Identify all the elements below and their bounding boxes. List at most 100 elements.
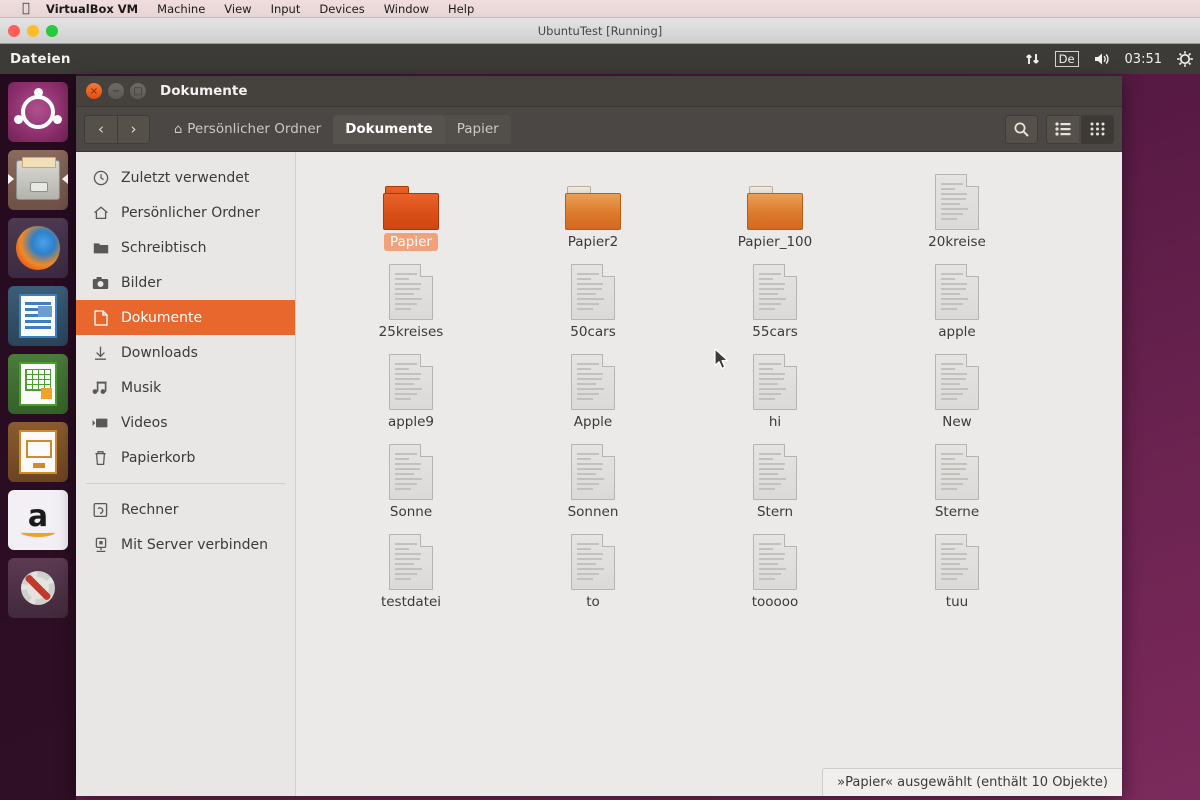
unity-top-panel: Dateien De 03:51 xyxy=(0,44,1200,74)
file-item[interactable]: Stern xyxy=(684,436,866,526)
file-item-label: 20kreise xyxy=(928,234,986,250)
sidebar-item-computer[interactable]: Rechner xyxy=(76,492,295,527)
sidebar-item-desktop[interactable]: Schreibtisch xyxy=(76,230,295,265)
document-icon xyxy=(389,534,433,590)
sidebar-item-videos[interactable]: Videos xyxy=(76,405,295,440)
network-icon[interactable] xyxy=(1025,51,1041,67)
file-item[interactable]: New xyxy=(866,346,1048,436)
apple-logo-icon[interactable]:  xyxy=(22,1,30,16)
minimize-button[interactable]: − xyxy=(108,83,124,99)
file-item[interactable]: Sonne xyxy=(320,436,502,526)
video-icon xyxy=(92,417,109,429)
file-item-label: apple xyxy=(938,324,976,340)
launcher-item-libreoffice-impress[interactable] xyxy=(8,422,68,482)
grid-view-icon[interactable] xyxy=(1081,114,1114,144)
folder-icon xyxy=(565,186,621,230)
document-icon-wrap xyxy=(935,442,979,500)
document-icon-wrap xyxy=(389,532,433,590)
host-menu-item-devices[interactable]: Devices xyxy=(319,2,364,16)
breadcrumb-item-dokumente[interactable]: Dokumente xyxy=(333,114,445,144)
close-button[interactable]: × xyxy=(86,83,102,99)
sidebar-item-connect-to-server[interactable]: Mit Server verbinden xyxy=(76,527,295,562)
sidebar-item-home[interactable]: Persönlicher Ordner xyxy=(76,195,295,230)
file-item-label: Apple xyxy=(573,414,613,430)
unity-launcher: a xyxy=(0,74,76,800)
forward-button[interactable]: › xyxy=(117,114,150,144)
file-item[interactable]: tuu xyxy=(866,526,1048,616)
sidebar-item-music[interactable]: Musik xyxy=(76,370,295,405)
file-item[interactable]: 55cars xyxy=(684,256,866,346)
host-menu-item-input[interactable]: Input xyxy=(271,2,301,16)
vbox-traffic-lights xyxy=(8,25,58,37)
launcher-item-libreoffice-writer[interactable] xyxy=(8,286,68,346)
vbox-window-titlebar: UbuntuTest [Running] xyxy=(0,18,1200,44)
launcher-item-amazon[interactable]: a xyxy=(8,490,68,550)
gear-icon[interactable] xyxy=(1176,50,1194,68)
document-icon xyxy=(935,354,979,410)
host-menu-item-window[interactable]: Window xyxy=(384,2,429,16)
list-view-icon[interactable] xyxy=(1046,114,1079,144)
file-item[interactable]: Sonnen xyxy=(502,436,684,526)
file-item[interactable]: testdatei xyxy=(320,526,502,616)
host-menu-item-machine[interactable]: Machine xyxy=(157,2,205,16)
sidebar-item-trash[interactable]: Papierkorb xyxy=(76,440,295,475)
file-item[interactable]: apple9 xyxy=(320,346,502,436)
file-item[interactable]: Papier2 xyxy=(502,166,684,256)
clock[interactable]: 03:51 xyxy=(1125,52,1162,67)
host-menu-item-virtualbox-vm[interactable]: VirtualBox VM xyxy=(46,2,138,16)
file-item-label: to xyxy=(586,594,600,610)
file-grid: Papier Papier2 Papier_100 20kreise 25kreises… xyxy=(320,166,1102,616)
vbox-minimize-button[interactable] xyxy=(27,25,39,37)
sidebar-item-pictures[interactable]: Bilder xyxy=(76,265,295,300)
file-item[interactable]: Apple xyxy=(502,346,684,436)
sidebar-item-label: Zuletzt verwendet xyxy=(121,169,250,186)
sidebar-item-documents[interactable]: Dokumente xyxy=(76,300,295,335)
panel-app-name[interactable]: Dateien xyxy=(10,51,71,67)
file-item[interactable]: Papier xyxy=(320,166,502,256)
search-icon[interactable] xyxy=(1005,114,1038,144)
file-item-label: tuu xyxy=(945,594,969,610)
nautilus-titlebar: × − □ Dokumente xyxy=(76,76,1122,107)
toolbar-right-buttons xyxy=(1005,114,1114,144)
ubuntu-guest-screen: Dateien De 03:51 a × − □ Dokumente ‹ › ⌂… xyxy=(0,44,1200,800)
volume-icon[interactable] xyxy=(1093,51,1111,67)
launcher-item-ubuntu-dash[interactable] xyxy=(8,82,68,142)
file-item[interactable]: tooooo xyxy=(684,526,866,616)
vbox-maximize-button[interactable] xyxy=(46,25,58,37)
sidebar-item-downloads[interactable]: Downloads xyxy=(76,335,295,370)
file-item[interactable]: hi xyxy=(684,346,866,436)
sidebar-item-label: Persönlicher Ordner xyxy=(121,204,260,221)
launcher-item-system-settings[interactable] xyxy=(8,558,68,618)
back-button[interactable]: ‹ xyxy=(84,114,117,144)
launcher-item-firefox[interactable] xyxy=(8,218,68,278)
maximize-button[interactable]: □ xyxy=(130,83,146,99)
file-item[interactable]: apple xyxy=(866,256,1048,346)
breadcrumb-item-papier[interactable]: Papier xyxy=(444,114,511,144)
running-indicator-right-icon xyxy=(62,174,68,184)
document-icon xyxy=(935,264,979,320)
host-menu-item-view[interactable]: View xyxy=(224,2,251,16)
file-item[interactable]: to xyxy=(502,526,684,616)
file-item-label: 25kreises xyxy=(378,324,444,340)
file-item[interactable]: Sterne xyxy=(866,436,1048,526)
host-menu-item-help[interactable]: Help xyxy=(448,2,474,16)
vbox-window-title: UbuntuTest [Running] xyxy=(537,23,663,38)
document-icon xyxy=(92,309,109,326)
file-item[interactable]: 25kreises xyxy=(320,256,502,346)
file-icon-view[interactable]: Papier Papier2 Papier_100 20kreise 25kreises… xyxy=(296,152,1122,796)
document-icon-wrap xyxy=(753,532,797,590)
document-icon-wrap xyxy=(753,352,797,410)
vbox-close-button[interactable] xyxy=(8,25,20,37)
file-item-label: 55cars xyxy=(752,324,798,340)
nautilus-window: × − □ Dokumente ‹ › ⌂ Persönlicher Ordne… xyxy=(76,76,1122,796)
file-item[interactable]: 20kreise xyxy=(866,166,1048,256)
launcher-item-libreoffice-calc[interactable] xyxy=(8,354,68,414)
launcher-item-files[interactable] xyxy=(8,150,68,210)
sidebar-item-recent[interactable]: Zuletzt verwendet xyxy=(76,160,295,195)
document-icon-wrap xyxy=(571,262,615,320)
file-item[interactable]: 50cars xyxy=(502,256,684,346)
file-item-label: 50cars xyxy=(570,324,616,340)
keyboard-layout-indicator[interactable]: De xyxy=(1054,51,1079,67)
file-item[interactable]: Papier_100 xyxy=(684,166,866,256)
breadcrumb-item-home[interactable]: ⌂ Persönlicher Ordner xyxy=(162,115,333,144)
